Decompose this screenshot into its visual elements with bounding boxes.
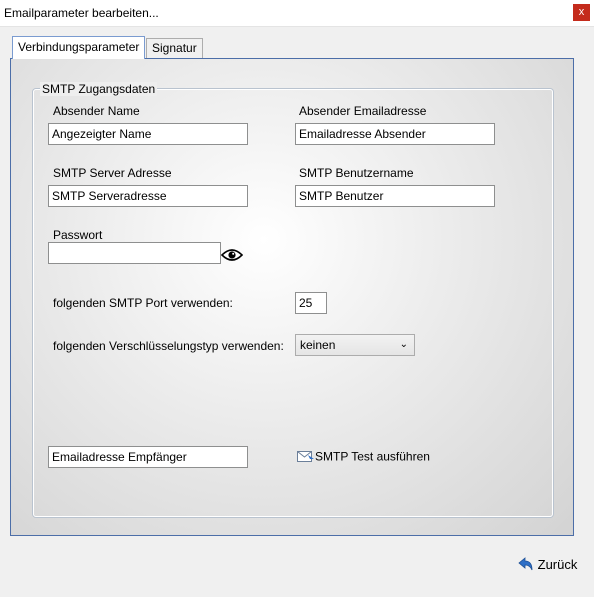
smtp-credentials-group: SMTP Zugangsdaten Absender Name Absender… (33, 82, 553, 517)
window-title: Emailparameter bearbeiten... (4, 6, 159, 20)
smtp-test-label: SMTP Test ausführen (315, 449, 430, 464)
smtp-test-button[interactable]: SMTP Test ausführen (297, 449, 430, 466)
mail-send-icon (297, 449, 315, 466)
absender-name-label: Absender Name (53, 104, 140, 118)
chevron-down-icon: ⌄ (399, 339, 408, 350)
tab-verbindungsparameter[interactable]: Verbindungsparameter (12, 36, 146, 59)
smtp-port-label: folgenden SMTP Port verwenden: (53, 296, 233, 310)
back-button[interactable]: Zurück (518, 556, 577, 575)
tab-panel-verbindungsparameter: SMTP Zugangsdaten Absender Name Absender… (10, 58, 574, 536)
password-input[interactable] (48, 242, 221, 264)
absender-email-input[interactable] (295, 123, 495, 145)
recipient-email-input[interactable] (48, 446, 248, 468)
group-legend: SMTP Zugangsdaten (40, 82, 158, 96)
smtp-username-input[interactable] (295, 185, 495, 207)
tab-signatur[interactable]: Signatur (146, 38, 203, 58)
title-bar: Emailparameter bearbeiten... x (0, 0, 594, 27)
smtp-port-input[interactable] (295, 292, 327, 314)
encryption-select-value: keinen (300, 338, 336, 352)
absender-email-label: Absender Emailadresse (299, 104, 427, 118)
back-label: Zurück (537, 556, 578, 572)
smtp-server-input[interactable] (48, 185, 248, 207)
back-arrow-icon (518, 556, 534, 575)
password-label: Passwort (53, 228, 103, 242)
encryption-select[interactable]: keinen ⌄ (295, 334, 415, 356)
eye-icon[interactable] (220, 247, 244, 263)
close-icon: x (578, 6, 585, 18)
absender-name-input[interactable] (48, 123, 248, 145)
smtp-username-label: SMTP Benutzername (299, 166, 414, 180)
smtp-server-label: SMTP Server Adresse (53, 166, 172, 180)
close-button[interactable]: x (573, 4, 590, 21)
encryption-label: folgenden Verschlüsselungstyp verwenden: (53, 339, 284, 353)
